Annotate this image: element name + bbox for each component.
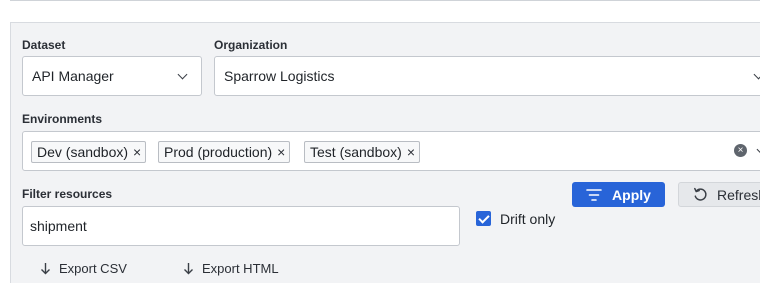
env-chip-label: Dev (sandbox) bbox=[37, 144, 129, 160]
filter-label: Filter resources bbox=[22, 187, 113, 201]
download-icon bbox=[41, 263, 50, 275]
export-html-button[interactable]: Export HTML bbox=[183, 261, 279, 276]
env-chip[interactable]: Dev (sandbox) × bbox=[31, 141, 147, 163]
refresh-label: Refresh bbox=[717, 186, 760, 203]
remove-icon[interactable]: × bbox=[277, 145, 285, 159]
export-html-label: Export HTML bbox=[202, 261, 279, 276]
organization-value: Sparrow Logistics bbox=[224, 68, 335, 84]
env-chip[interactable]: Prod (production) × bbox=[158, 141, 291, 163]
drift-only-checkbox[interactable] bbox=[476, 211, 491, 226]
apply-button[interactable]: Apply bbox=[572, 182, 665, 207]
filter-value: shipment bbox=[30, 218, 87, 234]
refresh-button[interactable]: Refresh bbox=[678, 182, 760, 207]
environments-multiselect[interactable]: Dev (sandbox) × Prod (production) × Test… bbox=[22, 131, 760, 171]
remove-icon[interactable]: × bbox=[407, 145, 415, 159]
environments-label: Environments bbox=[22, 112, 103, 126]
dataset-select[interactable]: API Manager bbox=[22, 56, 202, 96]
filter-icon bbox=[586, 188, 602, 201]
env-chip[interactable]: Test (sandbox) × bbox=[304, 141, 421, 163]
export-csv-label: Export CSV bbox=[59, 261, 127, 276]
dataset-value: API Manager bbox=[32, 68, 114, 84]
refresh-icon bbox=[694, 187, 707, 201]
chevron-down-icon bbox=[177, 69, 188, 80]
env-chip-label: Prod (production) bbox=[164, 144, 273, 160]
organization-label: Organization bbox=[214, 38, 288, 52]
dataset-label: Dataset bbox=[22, 38, 66, 52]
download-icon bbox=[184, 263, 193, 275]
apply-label: Apply bbox=[612, 186, 651, 203]
top-divider bbox=[10, 0, 760, 3]
chevron-down-icon bbox=[753, 69, 760, 80]
drift-only-label: Drift only bbox=[500, 211, 556, 227]
organization-select[interactable]: Sparrow Logistics bbox=[214, 56, 760, 96]
filter-input[interactable]: shipment bbox=[22, 206, 460, 246]
clear-icon[interactable]: × bbox=[734, 144, 747, 157]
remove-icon[interactable]: × bbox=[133, 145, 141, 159]
chevron-down-icon bbox=[756, 144, 760, 155]
env-chip-label: Test (sandbox) bbox=[310, 144, 402, 160]
export-csv-button[interactable]: Export CSV bbox=[40, 261, 127, 276]
